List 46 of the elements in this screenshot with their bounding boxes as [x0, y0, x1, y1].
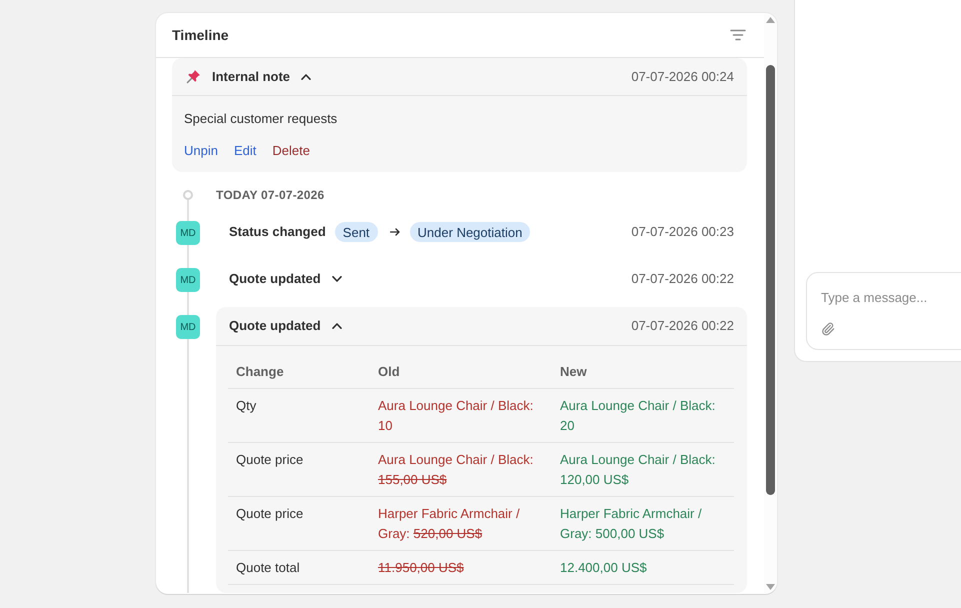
scrollbar-thumb[interactable] [766, 65, 775, 495]
scroll-down-icon[interactable] [766, 584, 775, 590]
avatar: MD [176, 268, 200, 292]
date-heading: TODAY 07-07-2026 [216, 188, 324, 202]
table-cell: Quote total [228, 550, 370, 584]
filter-icon[interactable] [730, 29, 746, 41]
note-time: 07-07-2026 00:24 [631, 68, 734, 86]
note-text: Special customer requests [184, 110, 338, 128]
column-header: Old [370, 356, 552, 388]
new-value-cell: Aura Lounge Chair / Black: 120,00 US$ [552, 442, 734, 496]
event-time: 07-07-2026 00:22 [631, 317, 734, 335]
old-value-cell: Harper Fabric Armchair / Gray: 520,00 US$ [370, 496, 552, 550]
delete-link[interactable]: Delete [272, 142, 310, 160]
note-action-link[interactable]: Unpin [184, 142, 218, 160]
timeline-dot-icon [183, 190, 193, 200]
chevron-up-icon[interactable] [301, 74, 312, 80]
old-value-cell: Aura Lounge Chair / Black: 155,00 US$ [370, 442, 552, 496]
old-value-cell: 11.950,00 US$ [370, 550, 552, 584]
status-badge: Under Negotiation [410, 222, 530, 242]
avatar: MD [176, 315, 200, 339]
avatar: MD [176, 221, 200, 245]
event-time: 07-07-2026 00:22 [631, 270, 734, 288]
column-header: New [552, 356, 734, 388]
pushpin-icon [186, 69, 201, 84]
status-badge: Sent [334, 222, 378, 242]
table-cell: Qty [228, 388, 370, 442]
note-title: Internal note [212, 68, 290, 86]
event-title: Status changed [229, 223, 326, 241]
message-field[interactable]: Type a message... [821, 289, 951, 307]
old-value-cell: Aura Lounge Chair / Black: 10 [370, 388, 552, 442]
chevron-down-icon[interactable] [332, 276, 342, 282]
note-action-link[interactable]: Edit [234, 142, 256, 160]
event-title: Quote updated [229, 317, 321, 335]
table-cell: Quote price [228, 496, 370, 550]
chevron-up-icon[interactable] [332, 323, 342, 329]
arrow-right-icon [390, 228, 400, 236]
card-title: Timeline [172, 27, 229, 43]
table-cell: Quote price [228, 442, 370, 496]
event-time: 07-07-2026 00:23 [631, 223, 734, 241]
column-header: Change [228, 356, 370, 388]
paperclip-icon[interactable] [821, 322, 835, 336]
new-value-cell: 12.400,00 US$ [552, 550, 734, 584]
new-value-cell: Harper Fabric Armchair / Gray: 500,00 US$ [552, 496, 734, 550]
scroll-up-icon[interactable] [766, 17, 775, 23]
new-value-cell: Aura Lounge Chair / Black: 20 [552, 388, 734, 442]
event-title: Quote updated [229, 270, 321, 288]
